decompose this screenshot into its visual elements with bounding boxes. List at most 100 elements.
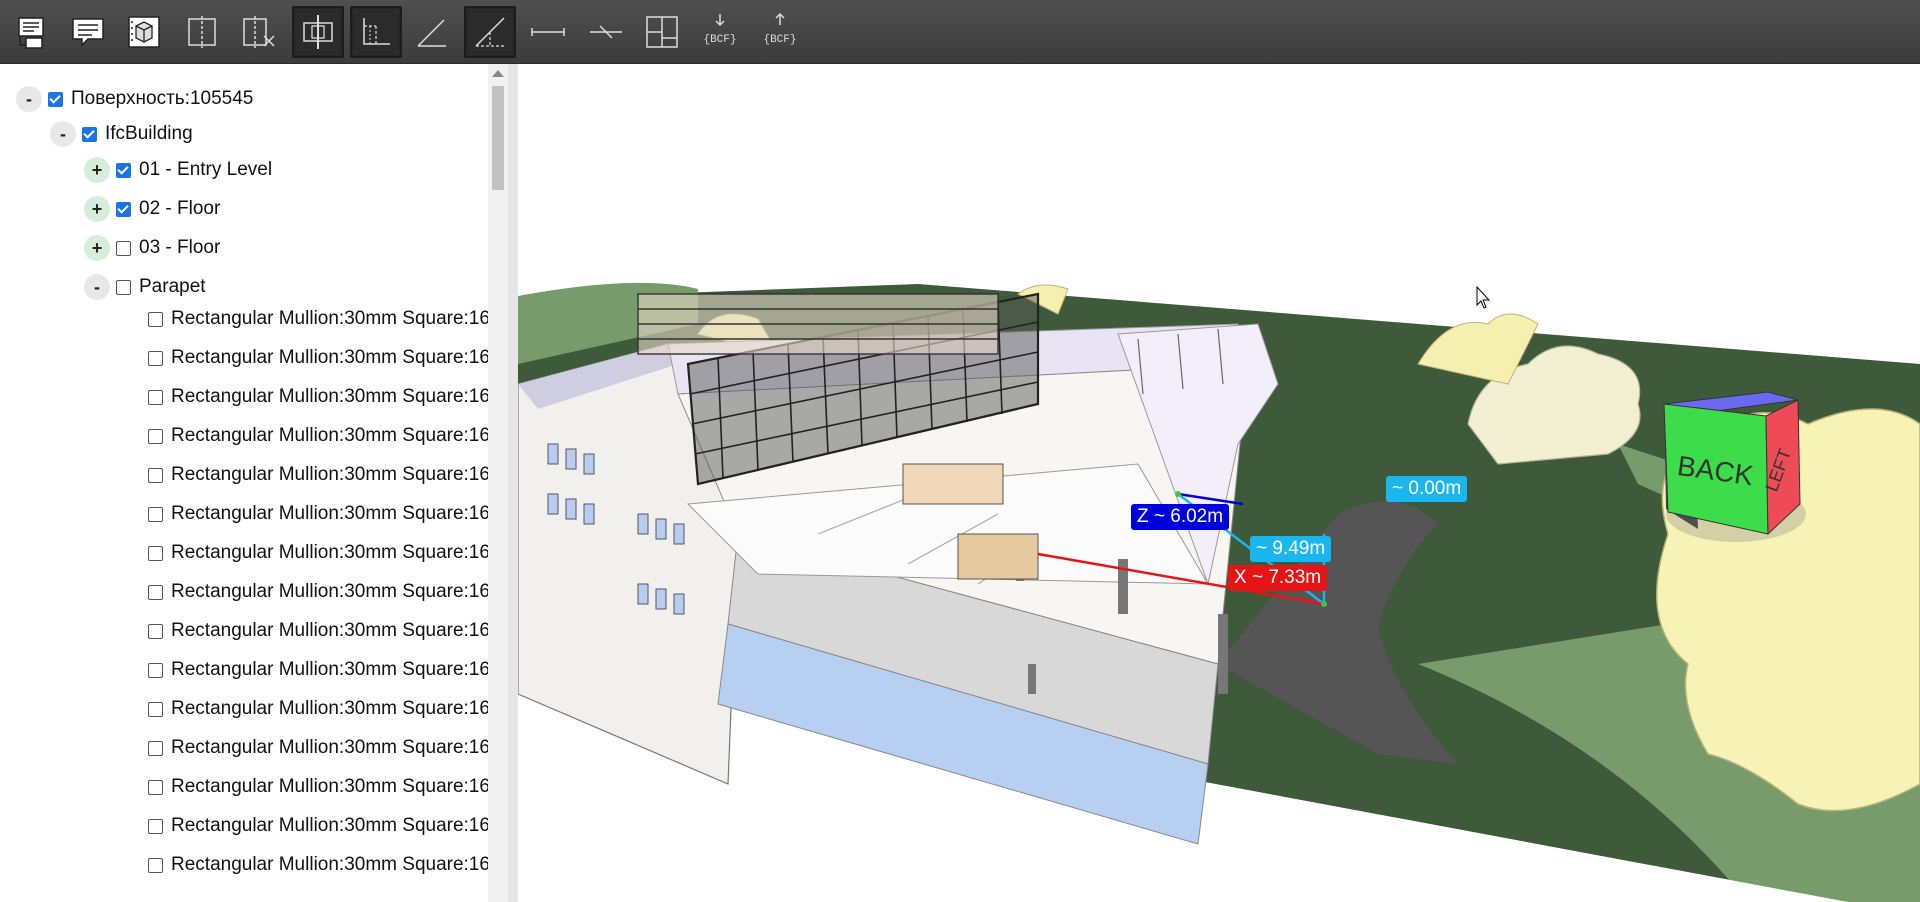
expand-toggle[interactable]: + (84, 196, 110, 222)
visibility-checkbox[interactable] (148, 662, 163, 678)
comments-button[interactable] (62, 6, 114, 58)
measure-distance-axes-button[interactable] (464, 6, 516, 58)
visibility-checkbox[interactable] (148, 311, 163, 327)
tree-node-mullion: Rectangular Mullion:30mm Square:16€ (148, 536, 501, 570)
visibility-checkbox[interactable] (48, 91, 63, 107)
tree-node-root: - Поверхность:105545 (16, 82, 253, 116)
floor-plan-icon (646, 16, 678, 48)
measure-corner-button[interactable] (350, 6, 402, 58)
tree-node-label[interactable]: Rectangular Mullion:30mm Square:16€ (171, 698, 501, 720)
tree-node-label[interactable]: 01 - Entry Level (139, 159, 272, 181)
3d-viewport[interactable]: Z ~ 6.02m ~ 0.00m ~ 9.49m X ~ 7.33m BACK… (518, 64, 1920, 902)
tree-node-label[interactable]: Rectangular Mullion:30mm Square:16€ (171, 620, 501, 642)
tree-node-mullion: Rectangular Mullion:30mm Square:16€ (148, 458, 501, 492)
bcf-import-icon: {BCF} (703, 14, 737, 46)
tree-node-label[interactable]: Rectangular Mullion:30mm Square:16€ (171, 308, 501, 330)
tree-node-label[interactable]: Rectangular Mullion:30mm Square:16€ (171, 503, 501, 525)
tree-node-label[interactable]: Parapet (139, 276, 206, 298)
visibility-checkbox[interactable] (148, 584, 163, 600)
bcf-import-button[interactable]: {BCF} (694, 6, 746, 58)
model-tree-button[interactable] (118, 6, 170, 58)
create-issue-button[interactable] (6, 6, 58, 58)
visibility-checkbox[interactable] (148, 779, 163, 795)
collapse-toggle[interactable]: - (84, 274, 110, 300)
tree-node-mullion: Rectangular Mullion:30mm Square:16€ (148, 770, 501, 804)
tree-node-label[interactable]: Rectangular Mullion:30mm Square:16€ (171, 776, 501, 798)
visibility-checkbox[interactable] (148, 740, 163, 756)
tree-node-mullion: Rectangular Mullion:30mm Square:16€ (148, 731, 501, 765)
visibility-checkbox[interactable] (116, 162, 131, 178)
visibility-checkbox[interactable] (148, 467, 163, 483)
expand-toggle[interactable]: + (84, 157, 110, 183)
tree-node-label[interactable]: Rectangular Mullion:30mm Square:16€ (171, 737, 501, 759)
tree-node-mullion: Rectangular Mullion:30mm Square:16€ (148, 341, 501, 375)
distance-measurement-label: ~ 9.49m (1250, 536, 1332, 562)
mouse-cursor-icon (1476, 285, 1491, 309)
tree-node-label[interactable]: Rectangular Mullion:30mm Square:16€ (171, 659, 501, 681)
visibility-checkbox[interactable] (82, 126, 97, 142)
x-axis-measurement-label: X ~ 7.33m (1228, 565, 1328, 591)
model-tree-panel: - Поверхность:105545 - IfcBuilding + 01 … (0, 64, 508, 902)
scroll-up-arrow-icon[interactable] (492, 70, 504, 77)
visibility-checkbox[interactable] (148, 545, 163, 561)
tree-node-mullion: Rectangular Mullion:30mm Square:16€ (148, 575, 501, 609)
tree-node-label[interactable]: Rectangular Mullion:30mm Square:16€ (171, 815, 501, 837)
visibility-checkbox[interactable] (148, 350, 163, 366)
tree-scrollbar[interactable] (488, 64, 508, 902)
visibility-checkbox[interactable] (148, 389, 163, 405)
scroll-thumb[interactable] (492, 86, 504, 190)
tree-node-level: - Parapet (84, 270, 206, 304)
measure-clear-button[interactable] (580, 6, 632, 58)
measure-angle-icon (417, 19, 446, 47)
bcf-import-label: {BCF} (703, 34, 736, 46)
visibility-checkbox[interactable] (148, 428, 163, 444)
section-box-button[interactable] (292, 6, 344, 58)
y-axis-measurement-label: ~ 0.00m (1386, 476, 1468, 502)
visibility-checkbox[interactable] (148, 857, 163, 873)
tree-node-level: + 03 - Floor (84, 231, 220, 265)
measure-angle-button[interactable] (406, 6, 458, 58)
tree-node-level: + 02 - Floor (84, 192, 220, 226)
tree-node-label[interactable]: 03 - Floor (139, 237, 220, 259)
visibility-checkbox[interactable] (148, 506, 163, 522)
visibility-checkbox[interactable] (148, 623, 163, 639)
tree-node-label[interactable]: Поверхность:105545 (71, 88, 253, 110)
collapse-toggle[interactable]: - (50, 121, 76, 147)
tree-node-label[interactable]: Rectangular Mullion:30mm Square:16€ (171, 581, 501, 603)
collapse-toggle[interactable]: - (16, 86, 42, 112)
visibility-checkbox[interactable] (148, 818, 163, 834)
remove-section-button[interactable] (232, 6, 284, 58)
measure-line-button[interactable] (522, 6, 574, 58)
tree-node-label[interactable]: Rectangular Mullion:30mm Square:16€ (171, 854, 501, 876)
bcf-export-button[interactable]: {BCF} (754, 6, 806, 58)
tree-node-mullion: Rectangular Mullion:30mm Square:16€ (148, 380, 501, 414)
tree-node-level: + 01 - Entry Level (84, 153, 272, 187)
tree-node-building: - IfcBuilding (50, 117, 193, 151)
tree-node-label[interactable]: Rectangular Mullion:30mm Square:16€ (171, 347, 501, 369)
bcf-export-icon: {BCF} (763, 12, 797, 46)
create-issue-icon (18, 17, 44, 49)
tree-node-label[interactable]: Rectangular Mullion:30mm Square:16€ (171, 425, 501, 447)
floor-plan-button[interactable] (636, 6, 688, 58)
tree-node-label[interactable]: 02 - Floor (139, 198, 220, 220)
panel-divider[interactable] (508, 64, 518, 902)
navigation-cube[interactable]: BACK LEFT (1658, 384, 1838, 564)
visibility-checkbox[interactable] (148, 701, 163, 717)
tree-node-mullion: Rectangular Mullion:30mm Square:16€ (148, 497, 501, 531)
tree-node-mullion: Rectangular Mullion:30mm Square:16€ (148, 614, 501, 648)
toolbar: {BCF} {BCF} (0, 0, 1920, 64)
visibility-checkbox[interactable] (116, 279, 131, 295)
section-plane-button[interactable] (176, 6, 228, 58)
tree-node-label[interactable]: Rectangular Mullion:30mm Square:16€ (171, 464, 501, 486)
visibility-checkbox[interactable] (116, 201, 131, 217)
tree-node-mullion: Rectangular Mullion:30mm Square:16€ (148, 848, 501, 882)
measure-distance-axes-icon (475, 17, 505, 47)
visibility-checkbox[interactable] (116, 240, 131, 256)
measure-clear-icon (590, 25, 622, 39)
bcf-export-label: {BCF} (763, 34, 796, 46)
expand-toggle[interactable]: + (84, 235, 110, 261)
tree-node-label[interactable]: Rectangular Mullion:30mm Square:16€ (171, 386, 501, 408)
tree-node-label[interactable]: IfcBuilding (105, 123, 193, 145)
measure-line-icon (531, 28, 565, 36)
tree-node-label[interactable]: Rectangular Mullion:30mm Square:16€ (171, 542, 501, 564)
